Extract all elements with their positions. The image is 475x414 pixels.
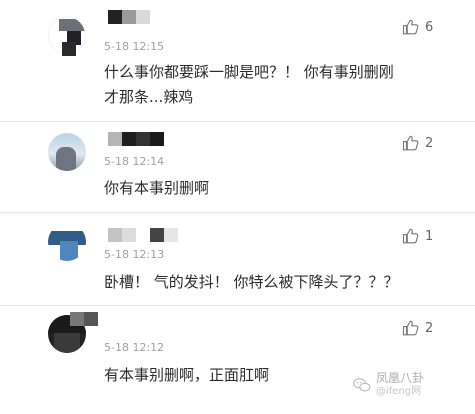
avatar[interactable] bbox=[48, 223, 86, 261]
like-button[interactable]: 2 bbox=[402, 319, 433, 337]
comment-date: 5-18 12:14 bbox=[104, 155, 165, 168]
thumbs-up-icon bbox=[402, 228, 419, 244]
thumbs-up-icon bbox=[402, 19, 419, 35]
comment-text-line: 你有本事别删啊 bbox=[104, 179, 210, 197]
like-count: 1 bbox=[425, 228, 434, 244]
comment-text: 你有本事别删啊 bbox=[104, 176, 459, 201]
username-redacted bbox=[108, 228, 178, 242]
comment-text: 什么事你都要踩一脚是吧？！ 你有事别删刚 才那条...辣鸡 bbox=[104, 60, 459, 110]
comment-text-line: 卧槽！ 气的发抖！ 你特么被下降头了？？？ bbox=[104, 273, 399, 291]
username-redacted bbox=[108, 10, 150, 24]
watermark-name: 凤凰八卦 bbox=[376, 371, 425, 385]
comment-date: 5-18 12:13 bbox=[104, 248, 165, 261]
wechat-bubble-icon bbox=[353, 378, 371, 392]
comment-item: 5-18 12:13 卧槽！ 气的发抖！ 你特么被下降头了？？？ 1 bbox=[0, 213, 475, 305]
comment-item: 5-18 12:14 你有本事别删啊 2 bbox=[0, 122, 475, 212]
comment-text-line: 什么事你都要踩一脚是吧？！ 你有事别删刚 bbox=[104, 63, 394, 81]
avatar[interactable] bbox=[48, 133, 86, 171]
username-redacted bbox=[108, 132, 164, 146]
thumbs-up-icon bbox=[402, 135, 419, 151]
comment-text-line: 才那条...辣鸡 bbox=[104, 88, 194, 106]
watermark-handle: @ifeng网 bbox=[376, 386, 422, 397]
like-button[interactable]: 6 bbox=[402, 18, 433, 36]
like-count: 6 bbox=[425, 19, 434, 35]
like-button[interactable]: 1 bbox=[402, 227, 433, 245]
comment-item: 5-18 12:15 什么事你都要踩一脚是吧？！ 你有事别删刚 才那条...辣鸡… bbox=[0, 0, 475, 121]
like-count: 2 bbox=[425, 135, 434, 151]
comment-text: 卧槽！ 气的发抖！ 你特么被下降头了？？？ bbox=[104, 270, 459, 295]
comment-date: 5-18 12:15 bbox=[104, 40, 165, 53]
avatar-redacted-fragment bbox=[62, 42, 76, 56]
username-redacted bbox=[70, 312, 98, 326]
thumbs-up-icon bbox=[402, 320, 419, 336]
like-count: 2 bbox=[425, 320, 434, 336]
like-button[interactable]: 2 bbox=[402, 134, 433, 152]
comment-date: 5-18 12:12 bbox=[104, 341, 165, 354]
watermark: 凤凰八卦 @ifeng网 bbox=[352, 372, 424, 398]
